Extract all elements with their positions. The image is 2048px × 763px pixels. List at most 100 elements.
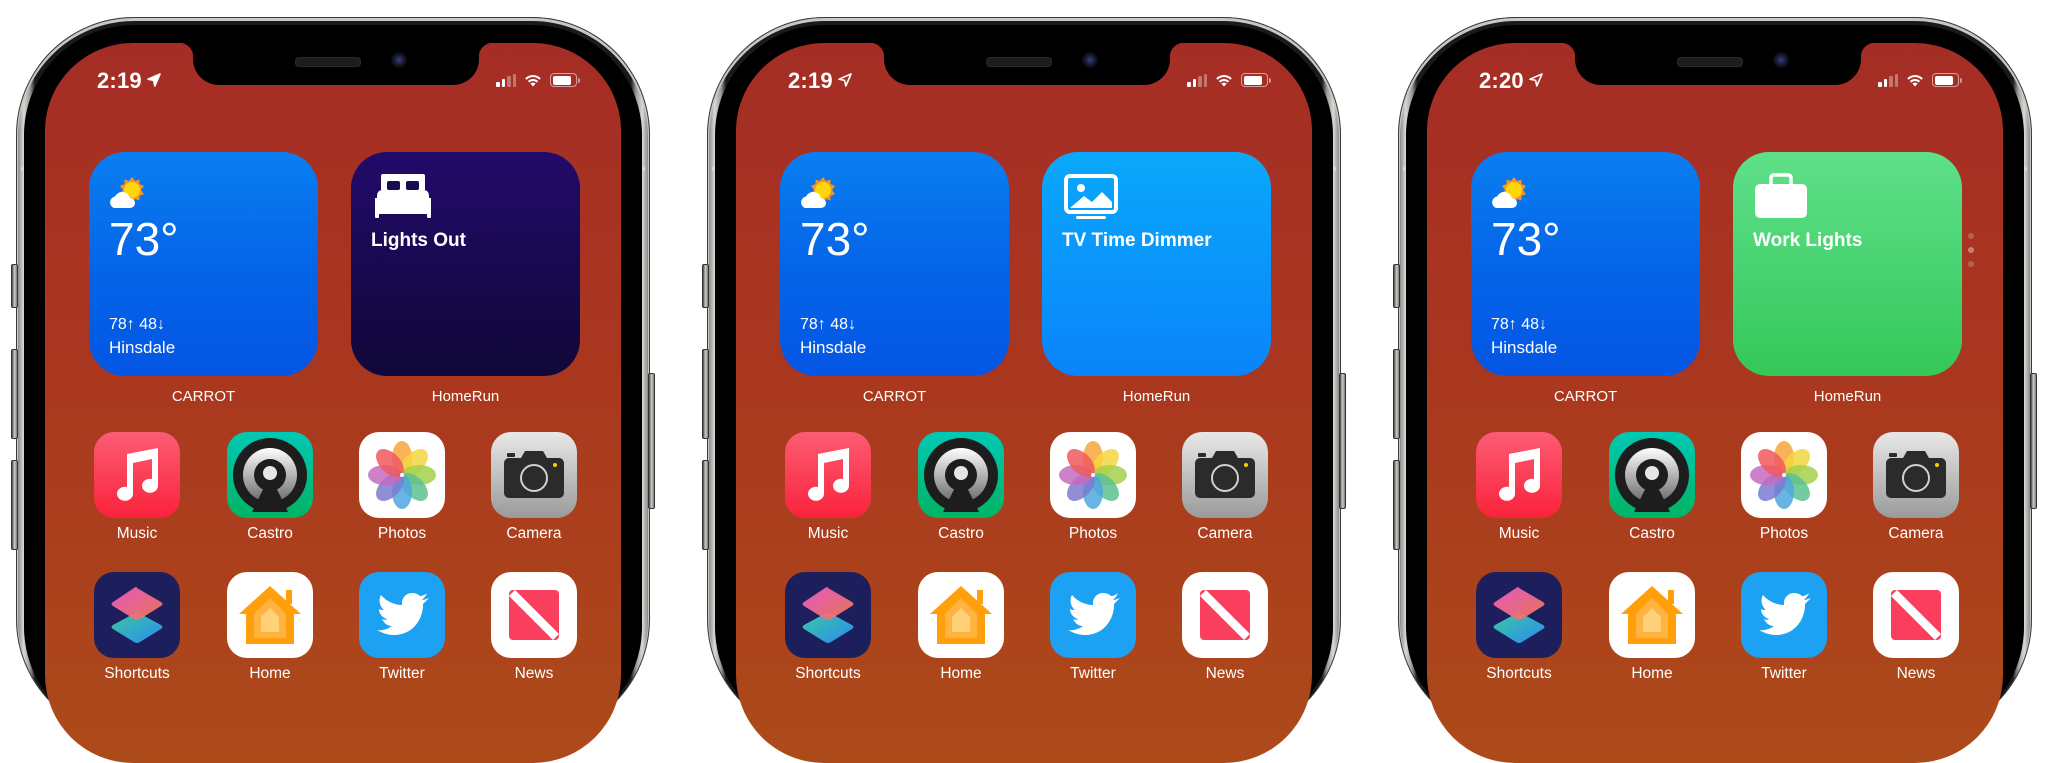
app-label: News xyxy=(1896,665,1936,682)
app-music[interactable]: Music xyxy=(785,432,871,543)
homerun-scene-widget[interactable]: TV Time Dimmer xyxy=(1042,152,1271,376)
news-icon xyxy=(1873,572,1959,658)
scene-title: Lights Out xyxy=(371,230,466,251)
battery-level xyxy=(1934,75,1954,85)
location-name: Hinsdale xyxy=(1491,338,1558,357)
app-label: Camera xyxy=(1197,525,1253,542)
status-time: 2:20 xyxy=(1479,68,1543,94)
app-news[interactable]: News xyxy=(491,572,577,683)
carrot-weather-widget[interactable]: 73° 78↑ 48↓ Hinsdale xyxy=(1471,152,1700,376)
cellular-signal-icon xyxy=(496,73,516,87)
carrot-weather-widget[interactable]: 73° 78↑ 48↓ Hinsdale xyxy=(780,152,1009,376)
app-camera[interactable]: Camera xyxy=(1873,432,1959,543)
app-photos[interactable]: Photos xyxy=(1050,432,1136,543)
volume-up-button xyxy=(1393,349,1400,439)
widget-stack-page-indicator xyxy=(1968,233,1974,267)
signal-bar xyxy=(1192,78,1196,87)
app-home[interactable]: Home xyxy=(227,572,313,683)
high-low-temperature: 78↑ 48↓ xyxy=(109,316,166,333)
briefcase-icon xyxy=(1755,173,1807,218)
home-icon xyxy=(1609,572,1695,658)
homerun-scene-widget[interactable]: Work Lights xyxy=(1733,152,1962,376)
app-label: Home xyxy=(940,665,982,682)
home-icon xyxy=(227,572,313,658)
location-arrow-icon xyxy=(838,73,852,87)
app-label: Music xyxy=(807,525,849,542)
app-castro[interactable]: Castro xyxy=(918,432,1004,543)
battery-level xyxy=(1243,75,1263,85)
app-news[interactable]: News xyxy=(1873,572,1959,683)
widget-label-carrot: CARROT xyxy=(1553,388,1618,405)
homerun-scene-widget[interactable]: Lights Out xyxy=(351,152,580,376)
location-name: Hinsdale xyxy=(800,338,867,357)
signal-bar xyxy=(496,81,500,87)
app-label: Twitter xyxy=(379,665,425,682)
app-home[interactable]: Home xyxy=(918,572,1004,683)
camera-icon xyxy=(1873,432,1959,518)
iphone-3: 2:20 73° 78↑ 48↓ Hinsdale CARROT Work Li… xyxy=(1393,17,2037,763)
shortcuts-icon xyxy=(1476,572,1562,658)
app-news[interactable]: News xyxy=(1182,572,1268,683)
iphone-2: 2:19 73° 78↑ 48↓ Hinsdale CARROT TV Time… xyxy=(702,17,1346,763)
page-dot xyxy=(1968,233,1974,239)
location-arrow-icon xyxy=(1529,73,1543,87)
volume-down-button xyxy=(702,460,709,550)
app-photos[interactable]: Photos xyxy=(359,432,445,543)
app-music[interactable]: Music xyxy=(94,432,180,543)
app-label: Castro xyxy=(938,525,984,542)
photos-icon xyxy=(1050,432,1136,518)
earpiece-speaker xyxy=(1677,57,1743,67)
notch xyxy=(179,43,493,85)
battery-icon xyxy=(550,73,580,87)
app-home[interactable]: Home xyxy=(1609,572,1695,683)
castro-icon xyxy=(227,432,313,518)
status-indicators xyxy=(496,73,580,87)
app-label: News xyxy=(1205,665,1245,682)
wifi-icon xyxy=(525,75,541,87)
app-castro[interactable]: Castro xyxy=(227,432,313,543)
app-shortcuts[interactable]: Shortcuts xyxy=(94,572,180,683)
battery-level xyxy=(552,75,572,85)
app-camera[interactable]: Camera xyxy=(491,432,577,543)
widget-label-carrot: CARROT xyxy=(171,388,236,405)
app-twitter[interactable]: Twitter xyxy=(359,572,445,683)
app-label: Photos xyxy=(1068,525,1118,542)
camera-icon xyxy=(491,432,577,518)
app-label: News xyxy=(514,665,554,682)
scene-title: Work Lights xyxy=(1753,230,1863,251)
page-dot xyxy=(1968,247,1974,253)
volume-down-button xyxy=(1393,460,1400,550)
app-label: Shortcuts xyxy=(795,665,861,682)
page-dot xyxy=(1968,261,1974,267)
wifi-icon xyxy=(1216,75,1232,87)
signal-bar xyxy=(1878,81,1882,87)
widget-label-homerun: HomeRun xyxy=(1122,388,1191,405)
volume-up-button xyxy=(702,349,709,439)
app-twitter[interactable]: Twitter xyxy=(1050,572,1136,683)
twitter-icon xyxy=(1050,572,1136,658)
app-label: Castro xyxy=(1629,525,1675,542)
signal-bar xyxy=(1883,78,1887,87)
home-icon xyxy=(918,572,1004,658)
app-photos[interactable]: Photos xyxy=(1741,432,1827,543)
bed-icon xyxy=(375,174,431,218)
signal-bar xyxy=(501,78,505,87)
notch xyxy=(1561,43,1875,85)
app-castro[interactable]: Castro xyxy=(1609,432,1695,543)
wifi-icon xyxy=(1907,75,1923,87)
side-button xyxy=(1339,373,1346,509)
app-twitter[interactable]: Twitter xyxy=(1741,572,1827,683)
tv-icon xyxy=(1064,174,1118,219)
app-shortcuts[interactable]: Shortcuts xyxy=(1476,572,1562,683)
widget-label-carrot: CARROT xyxy=(862,388,927,405)
signal-bar xyxy=(507,75,511,87)
mute-switch xyxy=(702,264,709,308)
front-camera xyxy=(1773,52,1789,68)
cellular-signal-icon xyxy=(1187,73,1207,87)
news-icon xyxy=(1182,572,1268,658)
app-shortcuts[interactable]: Shortcuts xyxy=(785,572,871,683)
app-music[interactable]: Music xyxy=(1476,432,1562,543)
twitter-icon xyxy=(359,572,445,658)
carrot-weather-widget[interactable]: 73° 78↑ 48↓ Hinsdale xyxy=(89,152,318,376)
app-camera[interactable]: Camera xyxy=(1182,432,1268,543)
